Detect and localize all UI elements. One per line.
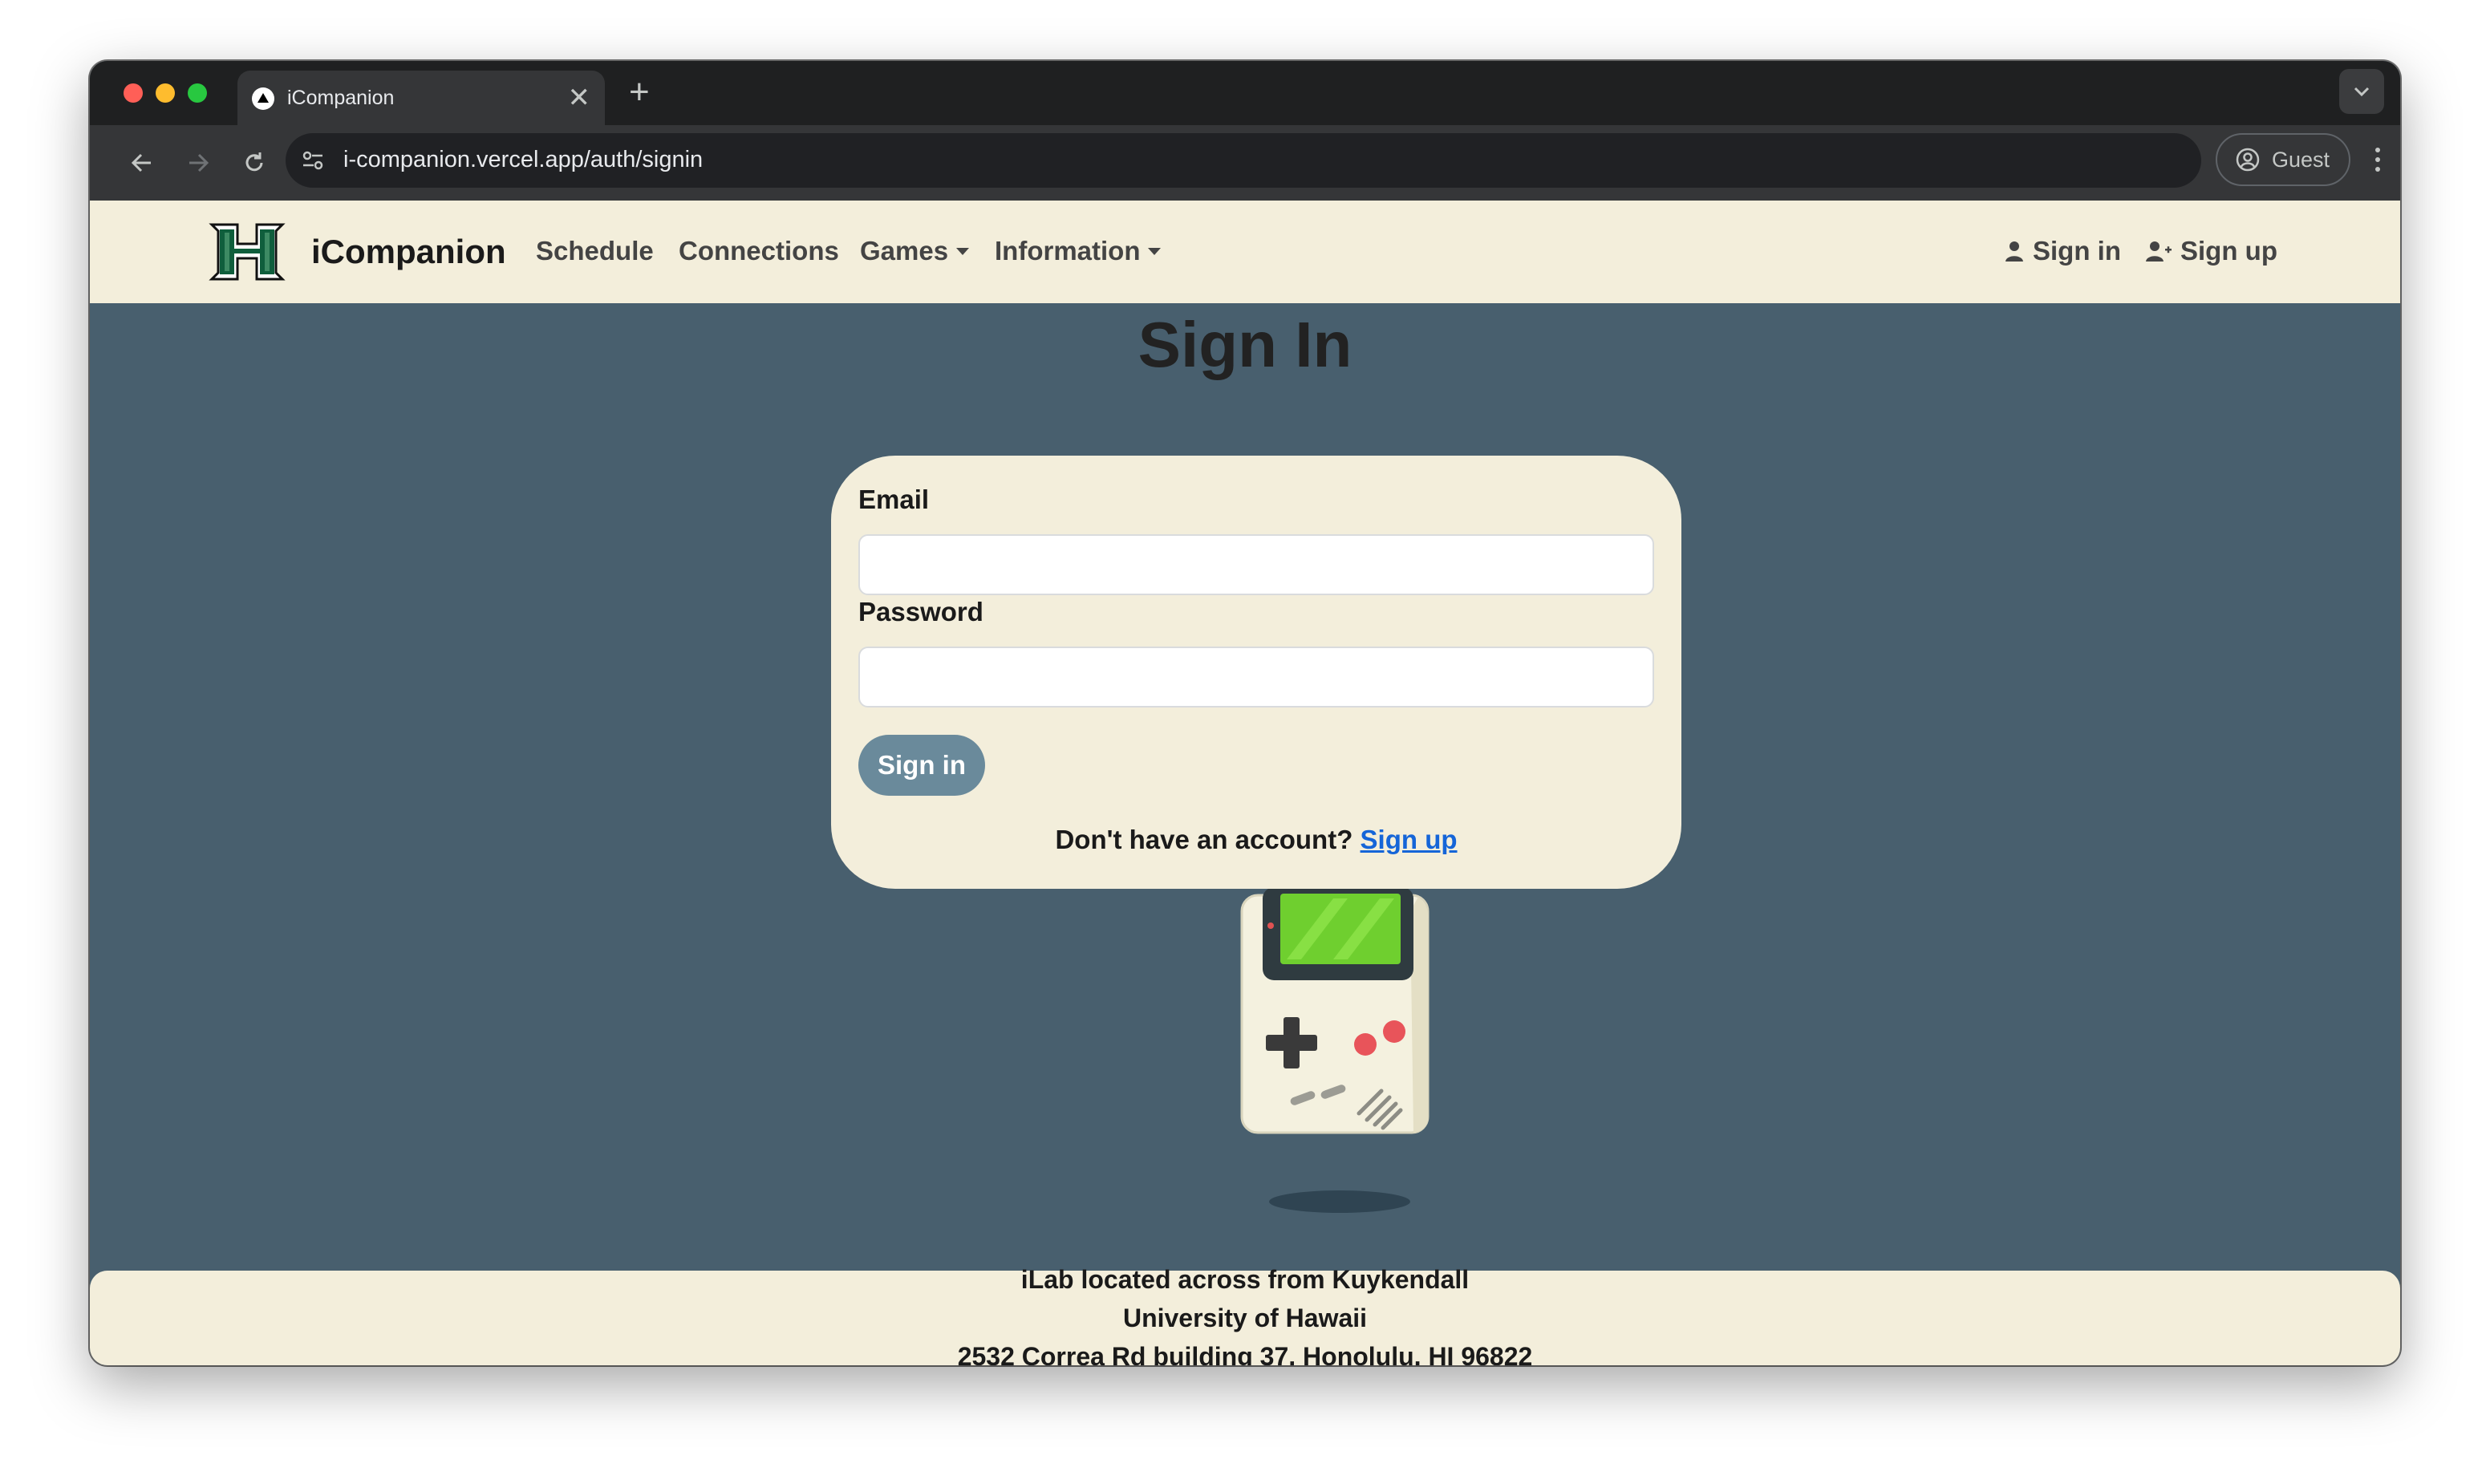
footer-location: iLab located across from Kuykendall [1020,1265,1470,1294]
nav-information-label: Information [995,236,1141,266]
forward-arrow-icon [189,153,209,172]
password-label: Password [858,597,983,626]
new-tab-button[interactable]: + [629,72,650,112]
site-footer: iLab located across from Kuykendall Univ… [90,1265,2400,1365]
nav-sign-up[interactable]: Sign up [2145,236,2277,266]
caret-down-icon [1148,247,1162,255]
no-account-text: Don't have an account? [1055,825,1353,854]
brand-name[interactable]: iCompanion [311,233,506,271]
tab-search-button[interactable] [2339,69,2384,114]
email-label: Email [858,485,930,514]
profile-label: Guest [2272,147,2330,172]
person-icon [2005,241,2023,262]
nav-sign-in-label: Sign in [2033,236,2121,266]
site-navbar: iCompanion Schedule Connections Games In… [90,201,2400,303]
nav-schedule[interactable]: Schedule [536,236,654,266]
address-url[interactable]: i-companion.vercel.app/auth/signin [343,147,703,173]
page-body: iCompanion Schedule Connections Games In… [90,201,2400,1365]
forward-button[interactable] [180,144,217,181]
footer-address: 2532 Correa Rd building 37, Honolulu, HI… [957,1342,1533,1365]
sign-in-button[interactable]: Sign in [858,735,985,796]
browser-window: iCompanion ✕ + i-companion.vercel.app/au… [90,61,2400,1365]
caret-down-icon [956,247,970,255]
person-add-icon [2146,241,2172,262]
window-close-button[interactable] [124,83,143,103]
kebab-menu-icon[interactable] [2362,141,2394,178]
hawaii-h-logo[interactable] [209,220,286,284]
nav-games-label: Games [860,236,949,266]
reload-icon [245,152,263,172]
nav-connections[interactable]: Connections [679,236,839,266]
profile-button[interactable]: Guest [2216,133,2350,186]
browser-tab-bar: iCompanion ✕ + [90,61,2400,125]
favicon-icon [252,87,274,110]
browser-tab-active[interactable]: iCompanion ✕ [237,71,605,125]
nav-sign-in[interactable]: Sign in [2004,236,2121,266]
footer-university: University of Hawaii [1122,1304,1368,1332]
nav-games-dropdown[interactable]: Games [860,236,970,266]
signup-prompt: Don't have an account? Sign up [831,825,1681,855]
page-title: Sign In [1138,309,1352,380]
signup-link[interactable]: Sign up [1361,825,1458,854]
nav-sign-up-label: Sign up [2180,236,2277,266]
window-maximize-button[interactable] [188,83,207,103]
site-info-icon[interactable] [298,146,327,175]
back-arrow-icon [131,153,151,172]
profile-icon [2236,148,2260,172]
nav-information-dropdown[interactable]: Information [995,236,1162,266]
password-field[interactable] [858,647,1654,708]
back-button[interactable] [124,144,160,181]
browser-toolbar: i-companion.vercel.app/auth/signin Guest [90,125,2400,201]
tab-title: iCompanion [287,87,395,109]
gameboy-illustration [1240,887,1430,1213]
email-field[interactable] [858,534,1654,595]
reload-button[interactable] [236,144,273,181]
chevron-down-icon [2354,87,2370,97]
tab-close-icon[interactable]: ✕ [568,82,591,114]
address-bar[interactable]: i-companion.vercel.app/auth/signin [286,133,2201,188]
window-minimize-button[interactable] [156,83,175,103]
signin-card: Email Password Sign in Don't have an acc… [831,456,1681,889]
